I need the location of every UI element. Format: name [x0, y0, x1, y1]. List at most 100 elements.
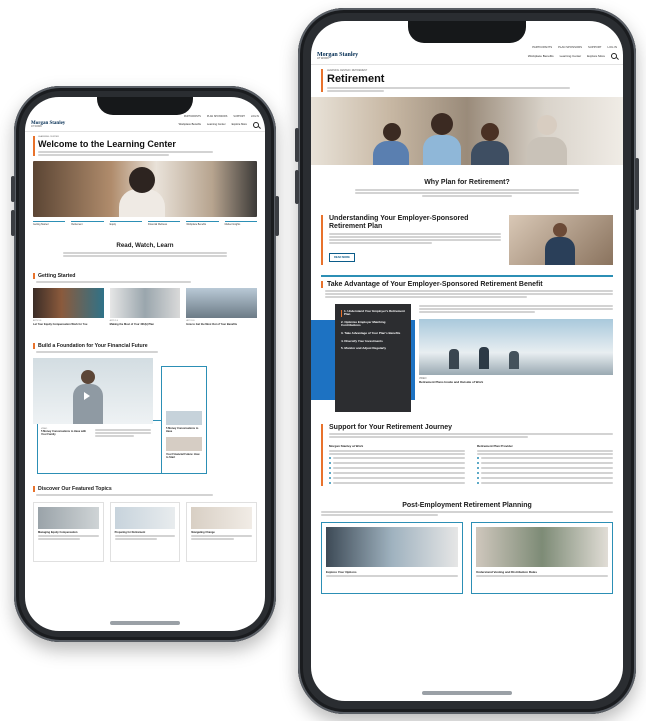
section-title: Support for Your Retirement Journey [329, 423, 453, 431]
main-nav: Morgan Stanley AT WORK Workplace Benefit… [311, 49, 623, 65]
topic-card[interactable]: Navigating Change [186, 501, 258, 562]
volume-button [295, 170, 299, 204]
section-title: Post-Employment Retirement Planning [402, 501, 532, 509]
topic-link[interactable]: Financial Wellness [147, 221, 181, 226]
topic-card-title: Managing Equity Compensation [38, 530, 78, 534]
video-title[interactable]: 5 Money Conversations to Have with Your … [41, 430, 87, 436]
search-icon[interactable] [253, 121, 259, 128]
play-icon[interactable] [84, 391, 90, 400]
article-card[interactable]: Article Let Your Equity Compensation Wor… [33, 288, 104, 326]
topic-link[interactable]: Equity [109, 221, 142, 226]
steps-list: 1. Understand Your Employer's Retirement… [335, 303, 411, 412]
section-title: Understanding Your Employer-Sponsored Re… [329, 214, 469, 230]
step-item[interactable]: 1. Understand Your Employer's Retirement… [341, 309, 405, 317]
power-button [635, 158, 639, 210]
card-title: Understand Vesting and Distribution Rule… [476, 569, 538, 574]
brand-sub: AT WORK [317, 57, 329, 60]
hero-image [33, 161, 257, 218]
section-image [509, 214, 613, 265]
utility-link[interactable]: Plan Sponsors [558, 45, 582, 49]
section-title: Read, Watch, Learn [116, 242, 174, 250]
breadcrumb[interactable]: Learning Center / Retirement [327, 69, 613, 72]
card-title: Let Your Equity Compensation Work for Yo… [33, 323, 88, 327]
post-card[interactable]: Understand Vesting and Distribution Rule… [471, 521, 613, 594]
hero-image [311, 96, 623, 165]
utility-link[interactable]: Log In [608, 45, 617, 49]
card-title: Explore Your Options [326, 569, 357, 574]
playlist-item[interactable]: 5 Money Conversations to Have [162, 427, 206, 433]
nav-link[interactable]: Workplace Benefits [528, 54, 554, 58]
breadcrumb[interactable]: Learning Center [38, 136, 257, 138]
steps-panel: 1. Understand Your Employer's Retirement… [311, 303, 613, 412]
utility-link[interactable]: Support [233, 115, 245, 118]
utility-link[interactable]: Plan Sponsors [207, 115, 227, 118]
topic-link[interactable]: Market Insights [224, 221, 257, 226]
read-more-button[interactable]: READ MORE [329, 252, 355, 262]
right-phone-frame: Participants Plan Sponsors Support Log I… [295, 8, 639, 714]
video-caption: Video 5 Money Conversations to Have with… [41, 428, 87, 437]
video-thumbnail[interactable] [419, 318, 613, 375]
card-title: Making the Most of Your 401(k) Plan [109, 323, 154, 327]
page-title: Welcome to the Learning Center [38, 139, 176, 150]
phone-notch [408, 21, 526, 43]
step-item[interactable]: 5. Monitor and Adjust Regularly [341, 347, 405, 351]
home-indicator [422, 691, 512, 695]
nav-link[interactable]: Explore More [232, 123, 247, 126]
utility-link[interactable]: Participants [532, 45, 552, 49]
step-item[interactable]: 3. Take Advantage of Your Plan's Benefit… [341, 331, 405, 336]
post-employment-cards: Explore Your Options Understand Vesting … [321, 521, 613, 594]
page-header: Learning Center / Retirement Retirement [321, 68, 613, 92]
nav-link[interactable]: Learning Center [207, 123, 226, 126]
section-title: Take Advantage of Your Employer-Sponsore… [321, 280, 613, 288]
playlist-item[interactable]: Your Financial Future: How to Start [162, 453, 206, 459]
utility-link[interactable]: Log In [251, 115, 259, 118]
topic-card[interactable]: Preparing for Retirement [109, 501, 181, 562]
left-phone-screen: Participants Plan Sponsors Support Log I… [25, 97, 265, 631]
step-item[interactable]: 2. Optimize Employer Matching Contributi… [341, 320, 405, 328]
brand-logo[interactable]: Morgan Stanley AT WORK [31, 121, 65, 128]
brand-logo[interactable]: Morgan Stanley AT WORK [317, 52, 358, 61]
article-card[interactable]: Article How to Get the Most Out of Your … [186, 288, 258, 327]
page-header: Learning Center Welcome to the Learning … [33, 136, 257, 157]
media-title[interactable]: Retirement Plans Inside and Outside of W… [419, 380, 613, 384]
utility-link[interactable]: Participants [184, 115, 201, 118]
video-module: Video 5 Money Conversations to Have with… [33, 357, 257, 474]
post-card[interactable]: Explore Your Options [321, 521, 463, 594]
home-indicator [110, 621, 180, 625]
phone-notch [97, 97, 193, 115]
nav-link[interactable]: Workplace Benefits [179, 123, 201, 126]
article-card[interactable]: Article Making the Most of Your 401(k) P… [109, 288, 181, 327]
support-column: Retirement Plan Provider [477, 444, 613, 486]
column-title: Retirement Plan Provider [477, 443, 513, 448]
volume-button [295, 128, 299, 162]
topic-link[interactable]: Workplace Benefits [186, 221, 219, 226]
featured-topics: Managing Equity Compensation Preparing f… [33, 501, 258, 562]
support-column: Morgan Stanley at Work [329, 444, 465, 486]
support-section: Support for Your Retirement Journey Morg… [321, 423, 613, 486]
topic-card-title: Preparing for Retirement [114, 530, 146, 534]
topic-nav: Getting Started Retirement Equity Financ… [33, 221, 257, 226]
nav-link[interactable]: Explore More [587, 54, 605, 58]
volume-button [11, 210, 15, 236]
card-title: How to Get the Most Out of Your Benefits [186, 323, 238, 327]
topic-card[interactable]: Managing Equity Compensation [33, 501, 104, 562]
section-title: Build a Foundation for Your Financial Fu… [33, 342, 257, 349]
brand-sub: AT WORK [31, 125, 42, 128]
main-nav: Morgan Stanley AT WORK Workplace Benefit… [25, 118, 265, 133]
section-title: Getting Started [33, 273, 257, 280]
topic-card-title: Navigating Change [191, 530, 215, 534]
nav-link[interactable]: Learning Center [560, 54, 582, 58]
utility-link[interactable]: Support [588, 45, 601, 49]
topic-link[interactable]: Retirement [71, 221, 104, 226]
column-title: Morgan Stanley at Work [329, 443, 364, 448]
power-button [275, 196, 279, 236]
step-item[interactable]: 4. Diversify Your Investments [341, 339, 405, 344]
section-title: Why Plan for Retirement? [424, 178, 510, 186]
section-title: Discover Our Featured Topics [33, 485, 257, 492]
topic-link[interactable]: Getting Started [33, 221, 66, 226]
search-icon[interactable] [611, 53, 617, 60]
video-player[interactable] [33, 357, 153, 424]
page-title: Retirement [327, 72, 385, 85]
video-playlist: 5 Money Conversations to Have Your Finan… [161, 365, 207, 474]
right-phone-screen: Participants Plan Sponsors Support Log I… [311, 21, 623, 701]
